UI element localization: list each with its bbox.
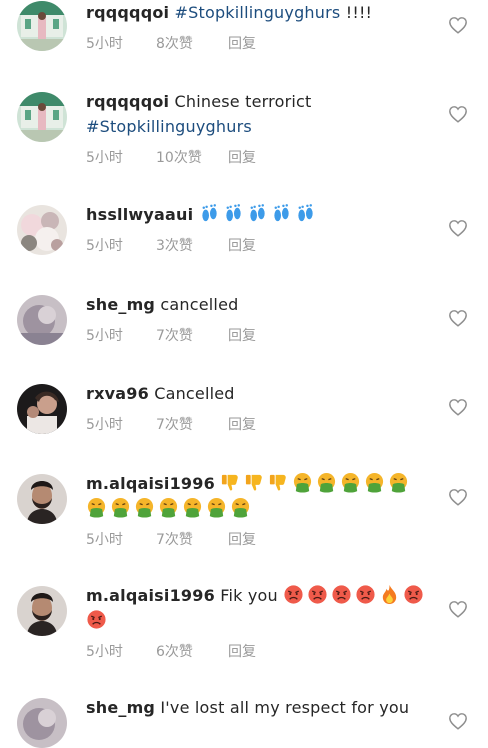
vomiting-face-icon [206, 497, 227, 518]
like-heart-icon[interactable] [448, 600, 468, 618]
reply-button[interactable]: 回复 [228, 325, 256, 345]
footprints-icon [199, 203, 220, 224]
vomiting-face-icon [86, 497, 107, 518]
angry-face-icon [331, 584, 352, 605]
comment-username[interactable]: rqqqqqoi [86, 3, 169, 22]
comment-time: 5小时 [86, 150, 123, 166]
comment-username[interactable]: m.alqaisi1996 [86, 586, 215, 605]
vomiting-face-icon [230, 497, 251, 518]
comment-text: I've lost all my respect for you [160, 698, 410, 717]
footprints-icon [247, 203, 268, 224]
like-heart-icon[interactable] [448, 105, 468, 123]
vomiting-face-icon [364, 472, 385, 493]
like-heart-icon[interactable] [448, 309, 468, 327]
vomiting-face-icon [292, 472, 313, 493]
comment-username[interactable]: she_mg [86, 295, 155, 314]
comment-time: 5小时 [86, 328, 123, 344]
angry-face-icon [283, 584, 304, 605]
like-heart-icon[interactable] [448, 398, 468, 416]
vomiting-face-icon [316, 472, 337, 493]
comment-text: Cancelled [154, 384, 235, 403]
reply-button[interactable]: 回复 [228, 414, 256, 434]
comment-likes[interactable]: 7次赞 [156, 325, 193, 345]
comment-text: Chinese terrorict [174, 92, 312, 111]
reply-button[interactable]: 回复 [228, 235, 256, 255]
comment-likes[interactable]: 10次赞 [156, 147, 202, 167]
comment-likes[interactable]: 7次赞 [156, 529, 193, 549]
footprints-icon [295, 203, 316, 224]
avatar[interactable] [17, 92, 67, 142]
comment-username[interactable]: m.alqaisi1996 [86, 474, 215, 493]
comment-username[interactable]: hssllwyaaui [86, 205, 193, 224]
avatar[interactable] [17, 384, 67, 434]
vomiting-face-icon [182, 497, 203, 518]
comment-time: 5小时 [86, 36, 123, 52]
thumbs-down-icon [268, 472, 289, 493]
vomiting-face-icon [388, 472, 409, 493]
reply-button[interactable]: 回复 [228, 147, 256, 167]
avatar[interactable] [17, 1, 67, 51]
thumbs-down-icon [220, 472, 241, 493]
comment-likes[interactable]: 7次赞 [156, 414, 193, 434]
comment-likes[interactable]: 3次赞 [156, 235, 193, 255]
vomiting-face-icon [110, 497, 131, 518]
comment-time: 5小时 [86, 238, 123, 254]
avatar[interactable] [17, 205, 67, 255]
avatar[interactable] [17, 474, 67, 524]
angry-face-icon [355, 584, 376, 605]
like-heart-icon[interactable] [448, 712, 468, 730]
like-heart-icon[interactable] [448, 16, 468, 34]
comment-time: 5小时 [86, 417, 123, 433]
comment-text: Fik you [220, 586, 278, 605]
reply-button[interactable]: 回复 [228, 529, 256, 549]
like-heart-icon[interactable] [448, 219, 468, 237]
comment-likes[interactable]: 8次赞 [156, 33, 193, 53]
avatar[interactable] [17, 586, 67, 636]
comment-username[interactable]: rqqqqqoi [86, 92, 169, 111]
vomiting-face-icon [158, 497, 179, 518]
footprints-icon [223, 203, 244, 224]
comment-time: 5小时 [86, 532, 123, 548]
comment-time: 5小时 [86, 644, 123, 660]
comment-hashtag[interactable]: #Stopkillinguyghurs [86, 117, 252, 136]
fire-icon [379, 584, 400, 605]
vomiting-face-icon [134, 497, 155, 518]
vomiting-face-icon [340, 472, 361, 493]
comment-hashtag[interactable]: #Stopkillinguyghurs [175, 3, 341, 22]
comment-username[interactable]: rxva96 [86, 384, 149, 403]
comment-text: !!!! [345, 3, 373, 22]
footprints-icon [271, 203, 292, 224]
comment-text: cancelled [160, 295, 239, 314]
emoji-row [199, 203, 319, 224]
angry-face-icon [86, 609, 107, 630]
avatar[interactable] [17, 698, 67, 748]
like-heart-icon[interactable] [448, 488, 468, 506]
angry-face-icon [307, 584, 328, 605]
reply-button[interactable]: 回复 [228, 33, 256, 53]
avatar[interactable] [17, 295, 67, 345]
comment-username[interactable]: she_mg [86, 698, 155, 717]
reply-button[interactable]: 回复 [228, 641, 256, 661]
comment-likes[interactable]: 6次赞 [156, 641, 193, 661]
thumbs-down-icon [244, 472, 265, 493]
angry-face-icon [403, 584, 424, 605]
